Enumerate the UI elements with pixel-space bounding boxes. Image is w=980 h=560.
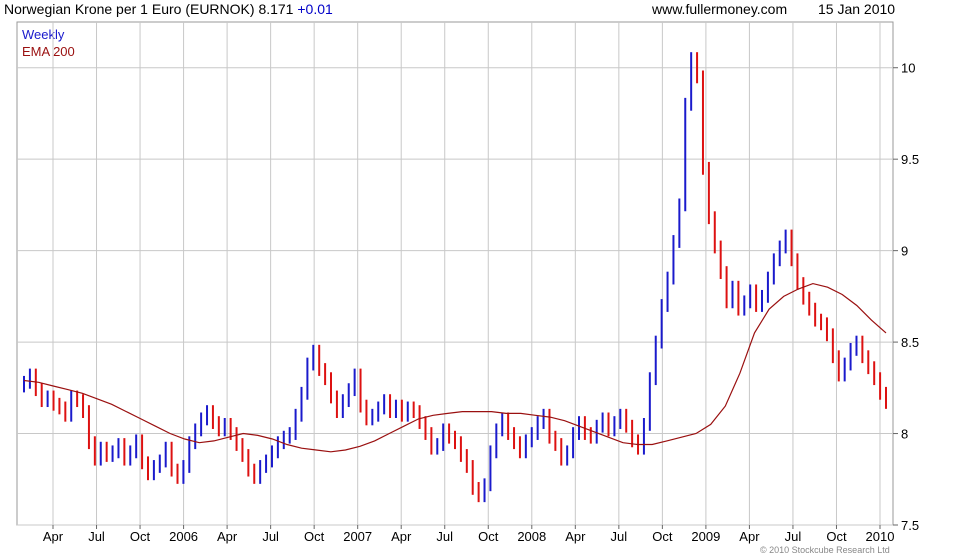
x-tick-label: Apr [217, 529, 238, 544]
x-tick-label: Jul [88, 529, 105, 544]
y-tick-label: 8.5 [901, 335, 919, 350]
x-tick-label: Oct [304, 529, 325, 544]
x-tick-label: Oct [478, 529, 499, 544]
x-tick-label: Jul [262, 529, 279, 544]
x-tick-label: Oct [652, 529, 673, 544]
x-tick-label: Oct [130, 529, 151, 544]
x-tick-label: Apr [391, 529, 412, 544]
y-tick-label: 10 [901, 61, 915, 76]
x-tick-label: Jul [611, 529, 628, 544]
x-tick-label: Jul [785, 529, 802, 544]
x-tick-label: 2009 [691, 529, 720, 544]
price-chart: 7.5 8 8.5 9 9.5 10 Apr Jul Oct 2006 Apr Jul Oct 2007… [16, 21, 919, 544]
x-axis: Apr Jul Oct 2006 Apr Jul Oct 2007 Apr Jul Oct 2008 A… [43, 525, 895, 544]
x-tick-label: 2010 [866, 529, 895, 544]
weekly-candles [23, 52, 887, 503]
x-tick-label: Apr [43, 529, 64, 544]
x-tick-label: Apr [739, 529, 760, 544]
x-tick-label: Oct [826, 529, 847, 544]
x-tick-label: 2006 [169, 529, 198, 544]
x-tick-label: Jul [436, 529, 453, 544]
x-tick-label: 2007 [343, 529, 372, 544]
x-tick-label: 2008 [517, 529, 546, 544]
y-tick-label: 7.5 [901, 518, 919, 533]
y-tick-label: 8 [901, 427, 908, 442]
plot-frame [16, 21, 894, 526]
y-tick-label: 9.5 [901, 152, 919, 167]
x-tick-label: Apr [565, 529, 586, 544]
grid-lines [17, 22, 893, 526]
copyright-notice: © 2010 Stockcube Research Ltd [760, 545, 890, 555]
y-axis: 7.5 8 8.5 9 9.5 10 [893, 61, 919, 533]
y-tick-label: 9 [901, 244, 908, 259]
